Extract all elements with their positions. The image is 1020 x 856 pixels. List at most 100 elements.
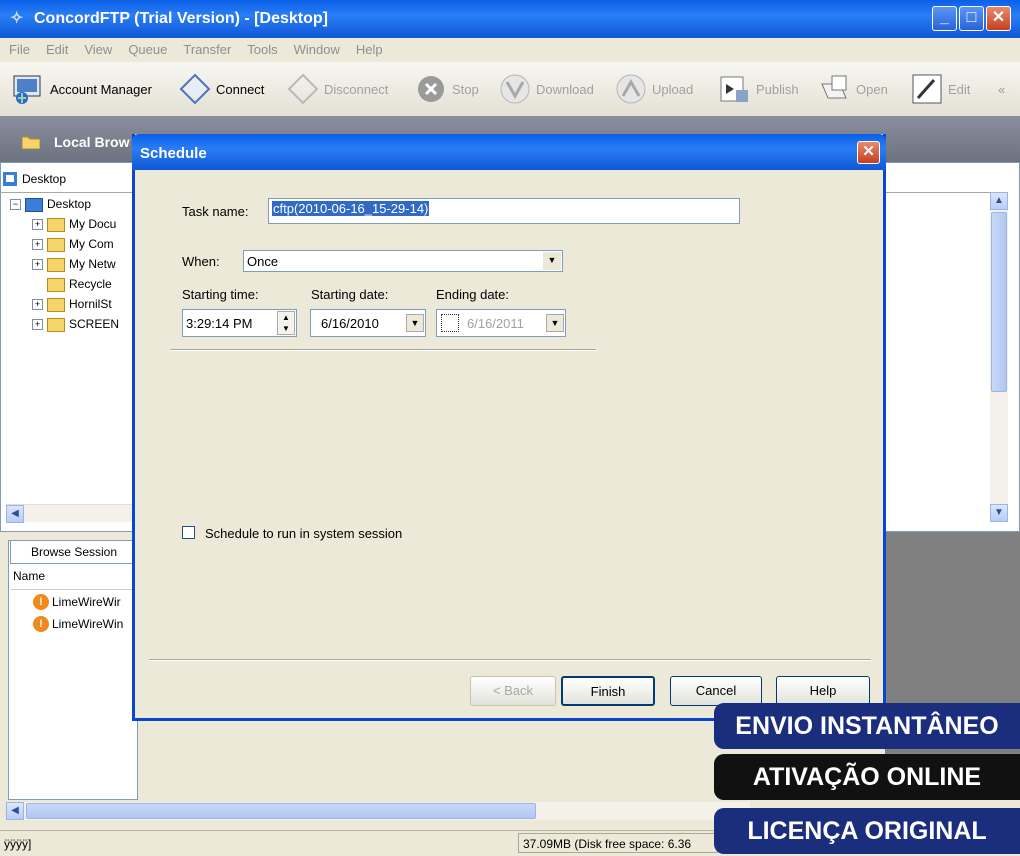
bottom-horizontal-scrollbar[interactable]: ◀ [6,802,750,820]
help-button[interactable]: Help [776,676,870,706]
tree-line-icon [32,279,43,290]
expand-icon[interactable]: + [32,299,43,311]
scroll-down-icon[interactable]: ▼ [990,504,1008,522]
folder-icon [47,317,65,332]
minimize-button[interactable]: _ [932,6,957,31]
horizontal-scrollbar[interactable]: ◀ [6,504,134,523]
expand-icon[interactable]: + [32,239,43,251]
publish-icon [720,76,748,102]
tree-item[interactable]: + SCREEN [10,314,119,334]
banner-envio: ENVIO INSTANTÂNEO [714,703,1020,749]
tree-item-label: My Com [69,237,114,251]
tree-item[interactable]: + My Com [10,234,119,254]
folder-icon [47,277,65,292]
scroll-thumb[interactable] [991,212,1007,392]
upload-button[interactable]: Upload [614,72,693,106]
tree-item[interactable]: Recycle [10,274,119,294]
starting-time-label: Starting time: [182,287,259,302]
account-manager-label: Account Manager [50,81,152,97]
expand-icon[interactable]: + [32,259,43,271]
time-spinner-icon[interactable]: ▲ ▼ [277,311,295,335]
tab-browse-session[interactable]: Browse Session [10,540,138,564]
ending-date-label: Ending date: [436,287,510,302]
ending-date-checkbox[interactable] [441,314,459,332]
tree-item[interactable]: − Desktop [10,194,119,214]
window-title-bar: ✧ ConcordFTP (Trial Version) - [Desktop]… [0,0,1020,38]
date-dropdown-icon[interactable]: ▼ [406,314,424,332]
upload-label: Upload [652,81,694,97]
window-title: ConcordFTP (Trial Version) - [Desktop] [34,10,328,27]
starting-date-field[interactable]: 6/16/2010 ▼ [310,309,426,337]
menu-help[interactable]: Help [356,42,383,57]
end-date-dropdown-icon[interactable]: ▼ [546,314,564,332]
status-left: ÿÿÿÿ] [4,837,32,851]
account-manager-button[interactable]: Account Manager [12,72,152,106]
publish-button[interactable]: Publish [718,72,799,106]
download-button[interactable]: Download [498,72,594,106]
tree-item[interactable]: + My Netw [10,254,119,274]
menu-edit[interactable]: Edit [46,42,68,57]
task-name-field[interactable]: cftp(2010-06-16_15-29-14) [268,198,740,224]
open-button[interactable]: Open [818,72,888,106]
cancel-button[interactable]: Cancel [670,676,762,706]
address-bar[interactable]: Desktop [2,168,137,190]
folder-icon [47,217,65,232]
tree-item[interactable]: + HornilSt [10,294,119,314]
desktop-icon [25,197,43,212]
warning-icon: ! [33,616,49,632]
name-column-header[interactable]: Name [13,569,45,583]
menu-window[interactable]: Window [294,42,340,57]
scroll-left-icon[interactable]: ◀ [6,505,24,523]
button-divider [149,659,871,661]
menu-tools[interactable]: Tools [247,42,277,57]
back-button[interactable]: < Back [470,676,556,706]
toolbar: Account Manager Connect Disconnect Stop … [0,62,1020,116]
chevron-down-icon[interactable]: ▼ [543,252,561,270]
tree-item-label: My Docu [69,217,117,231]
task-name-value: cftp(2010-06-16_15-29-14) [272,201,430,216]
banner-licenca: LICENÇA ORIGINAL [714,808,1020,854]
scroll-up-icon[interactable]: ▲ [990,192,1008,210]
ending-date-field[interactable]: 6/16/2011 ▼ [436,309,566,337]
disconnect-button[interactable]: Disconnect [286,72,388,106]
open-icon [821,75,847,99]
finish-button[interactable]: Finish [561,676,655,706]
desktop-icon [3,172,17,186]
dialog-title: Schedule [140,145,207,162]
session-item[interactable]: ! LimeWireWir [13,591,123,613]
bottom-scroll-left-icon[interactable]: ◀ [6,802,24,820]
disconnect-icon [287,73,319,105]
maximize-button[interactable]: □ [959,6,984,31]
dialog-close-icon[interactable]: ✕ [857,141,880,164]
collapse-icon[interactable]: − [10,199,21,211]
menu-transfer[interactable]: Transfer [183,42,231,57]
connect-button[interactable]: Connect [178,72,264,106]
folder-icon [47,237,65,252]
tree-item-label: Recycle [69,277,112,291]
bottom-scroll-thumb[interactable] [26,803,536,819]
vertical-scrollbar[interactable]: ▲ ▼ [990,192,1008,522]
local-browser-title: Local Brow [54,134,130,150]
connect-icon [179,73,211,105]
close-button[interactable]: ✕ [986,6,1011,31]
starting-time-value: 3:29:14 PM [186,316,253,331]
menu-view[interactable]: View [84,42,112,57]
toolbar-overflow-icon[interactable]: « [998,72,1005,106]
dialog-title-bar: Schedule ✕ [132,134,886,170]
tree-item[interactable]: + My Docu [10,214,119,234]
menu-file[interactable]: File [9,42,30,57]
stop-button[interactable]: Stop [414,72,479,106]
banner-ativacao: ATIVAÇÃO ONLINE [714,754,1020,800]
expand-icon[interactable]: + [32,219,43,231]
session-item[interactable]: ! LimeWireWin [13,613,123,635]
starting-time-field[interactable]: 3:29:14 PM ▲ ▼ [182,309,297,337]
menu-queue[interactable]: Queue [128,42,167,57]
folder-icon [47,297,65,312]
folder-tree: − Desktop + My Docu + My Com + My Netw Recycle + H… [10,194,119,334]
system-session-checkbox[interactable] [182,526,195,539]
edit-button[interactable]: Edit [910,72,970,106]
warning-icon: ! [33,594,49,610]
when-select[interactable]: Once ▼ [243,250,563,272]
expand-icon[interactable]: + [32,319,43,331]
download-icon [500,74,530,104]
